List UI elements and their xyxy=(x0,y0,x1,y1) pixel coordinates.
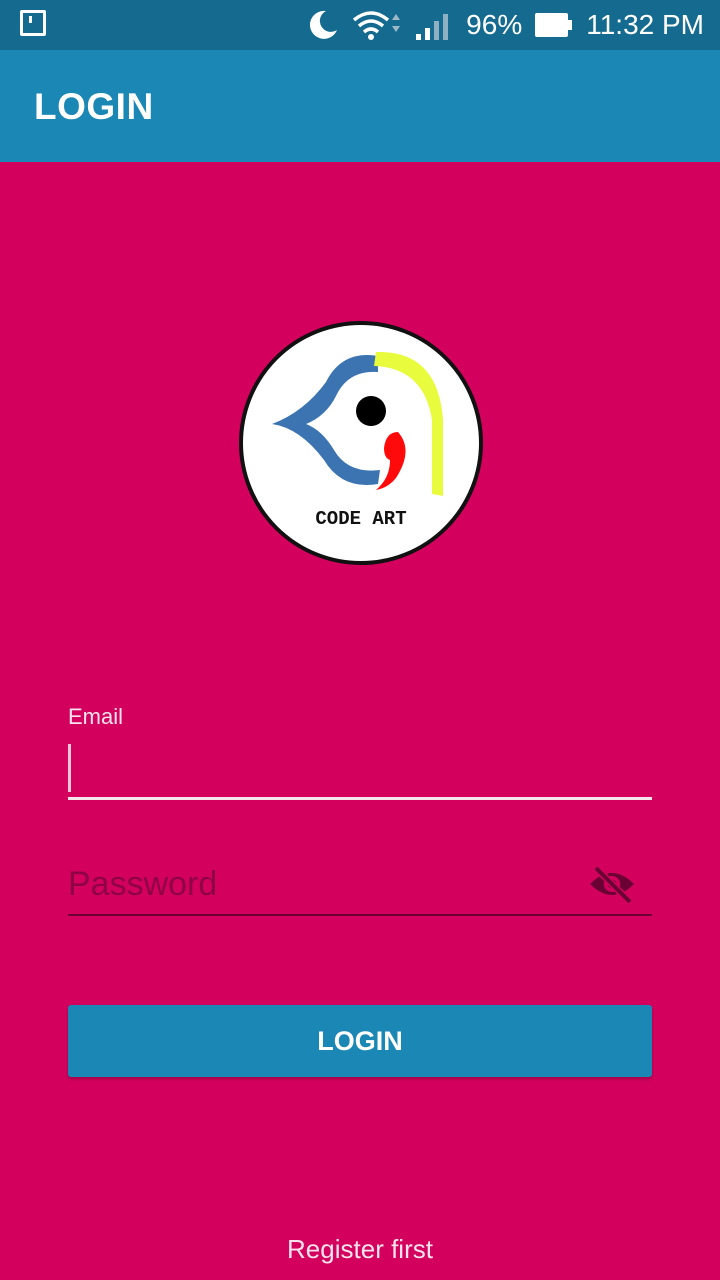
battery-percent: 96% xyxy=(466,9,523,40)
text-cursor xyxy=(68,744,71,792)
register-link[interactable]: Register first xyxy=(0,1234,720,1265)
email-underline xyxy=(68,797,652,800)
email-field[interactable] xyxy=(68,740,652,796)
code-art-logo: CODE ART xyxy=(239,321,483,565)
cell-signal-icon xyxy=(416,14,449,40)
wifi-icon xyxy=(353,11,401,40)
app-bar: LOGIN xyxy=(0,50,720,162)
password-underline xyxy=(68,914,652,916)
visibility-off-icon[interactable] xyxy=(588,864,636,904)
moon-icon xyxy=(310,10,338,39)
login-button[interactable]: LOGIN xyxy=(68,1005,652,1077)
battery-icon xyxy=(535,13,573,37)
notification-icon xyxy=(20,10,46,36)
clock: 11:32 PM xyxy=(586,9,704,40)
password-field[interactable] xyxy=(68,860,588,908)
status-icons: 96% 11:32 PM xyxy=(306,0,704,50)
page-title: LOGIN xyxy=(34,86,154,127)
status-bar: 96% 11:32 PM xyxy=(0,0,720,50)
email-label: Email xyxy=(68,704,124,729)
logo-text: CODE ART xyxy=(315,508,406,530)
